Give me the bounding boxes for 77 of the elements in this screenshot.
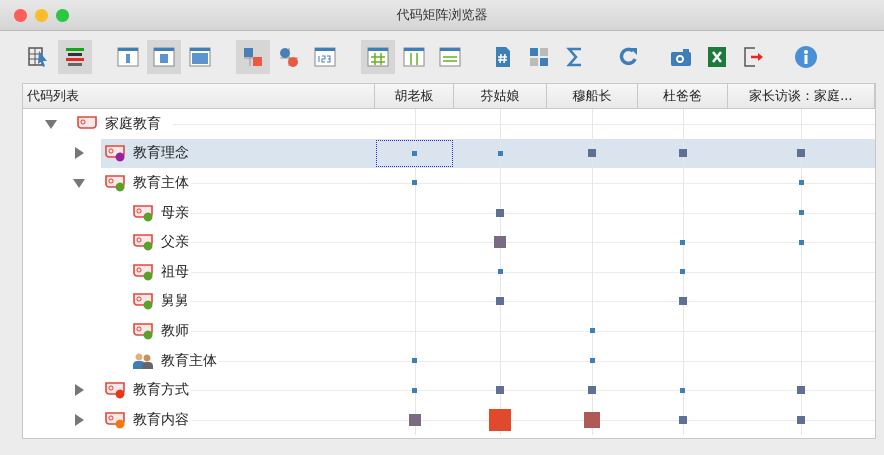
excel-icon xyxy=(705,45,729,69)
frequency-square[interactable] xyxy=(584,412,600,428)
frequency-square[interactable] xyxy=(678,149,687,158)
window-title: 代码矩阵浏览器 xyxy=(396,7,488,24)
code-label[interactable]: 祖母 xyxy=(161,262,191,281)
people-icon xyxy=(131,352,155,370)
color-bars-icon xyxy=(63,45,87,69)
column-header[interactable]: 杜爸爸 xyxy=(638,84,728,108)
frequency-square[interactable] xyxy=(494,236,506,248)
tiles-icon xyxy=(527,45,551,69)
expand-triangle-icon[interactable] xyxy=(73,414,85,426)
expand-triangle-icon[interactable] xyxy=(73,384,85,396)
code-tag-icon xyxy=(131,204,155,222)
panel-medium-button[interactable] xyxy=(147,40,181,74)
code-tag-icon xyxy=(131,292,155,310)
code-label[interactable]: 教育主体 xyxy=(161,352,219,370)
code-tag-icon xyxy=(103,174,127,192)
collapse-triangle-icon[interactable] xyxy=(73,176,85,189)
code-label[interactable]: 家庭教育 xyxy=(105,114,163,133)
frequency-square[interactable] xyxy=(408,414,421,426)
grid-cols-icon xyxy=(402,45,426,69)
grid-hash-button[interactable] xyxy=(361,40,395,74)
frequency-square[interactable] xyxy=(798,240,804,245)
frequency-square[interactable] xyxy=(588,386,596,394)
collapse-triangle-icon[interactable] xyxy=(45,118,57,130)
frequency-square[interactable] xyxy=(680,269,686,274)
frequency-square[interactable] xyxy=(798,180,804,186)
close-button[interactable] xyxy=(14,8,27,22)
frequency-square[interactable] xyxy=(590,358,595,364)
column-header[interactable]: 胡老板 xyxy=(375,84,454,108)
frequency-square[interactable] xyxy=(412,150,418,156)
frequency-square[interactable] xyxy=(412,358,418,364)
frequency-square[interactable] xyxy=(797,386,806,394)
frequency-square[interactable] xyxy=(680,240,686,245)
frequency-square[interactable] xyxy=(498,150,503,156)
frequency-square[interactable] xyxy=(412,180,418,186)
color-bars-button[interactable] xyxy=(58,40,92,74)
code-label[interactable]: 教师 xyxy=(161,322,191,340)
code-tag-icon xyxy=(103,381,127,400)
column-header[interactable]: 穆船长 xyxy=(546,84,638,108)
panel-medium-icon xyxy=(152,45,176,69)
frequency-square[interactable] xyxy=(678,416,687,424)
code-label[interactable]: 教育内容 xyxy=(133,410,191,429)
frequency-square[interactable] xyxy=(489,408,512,431)
code-tag-icon xyxy=(103,410,127,429)
frequency-square[interactable] xyxy=(588,149,596,158)
circles-icon xyxy=(277,45,301,69)
code-tag-icon xyxy=(131,322,155,340)
code-tag-icon xyxy=(131,233,155,252)
frequency-square[interactable] xyxy=(678,297,687,306)
code-label[interactable]: 父亲 xyxy=(161,233,191,252)
squares-button[interactable] xyxy=(236,40,270,74)
grid-rows-icon xyxy=(438,45,462,69)
frequency-square[interactable] xyxy=(680,388,686,393)
panel-wide-icon xyxy=(188,45,212,69)
column-header[interactable]: 芬姑娘 xyxy=(454,84,547,108)
code-label[interactable]: 母亲 xyxy=(161,204,191,222)
code-label[interactable]: 教育主体 xyxy=(133,174,191,192)
panel-narrow-icon xyxy=(116,45,140,69)
frequency-square[interactable] xyxy=(798,210,804,216)
expand-triangle-icon[interactable] xyxy=(73,147,85,160)
numbers-icon xyxy=(313,45,337,69)
column-header[interactable]: 家长访谈：家庭... xyxy=(728,84,875,108)
squares-icon xyxy=(241,45,265,69)
column-header[interactable]: 代码列表 xyxy=(23,84,376,108)
info-icon xyxy=(794,45,818,69)
frequency-square[interactable] xyxy=(797,416,806,424)
frequency-square[interactable] xyxy=(590,328,595,334)
frequency-square[interactable] xyxy=(496,297,504,306)
frequency-square[interactable] xyxy=(412,388,418,393)
code-tag-icon xyxy=(103,144,127,162)
frequency-square[interactable] xyxy=(496,386,504,394)
frequency-square[interactable] xyxy=(496,208,504,217)
frequency-square[interactable] xyxy=(797,149,806,158)
frequency-square[interactable] xyxy=(498,269,503,274)
grid-hash-icon xyxy=(366,45,390,69)
code-tag-icon xyxy=(131,262,155,281)
